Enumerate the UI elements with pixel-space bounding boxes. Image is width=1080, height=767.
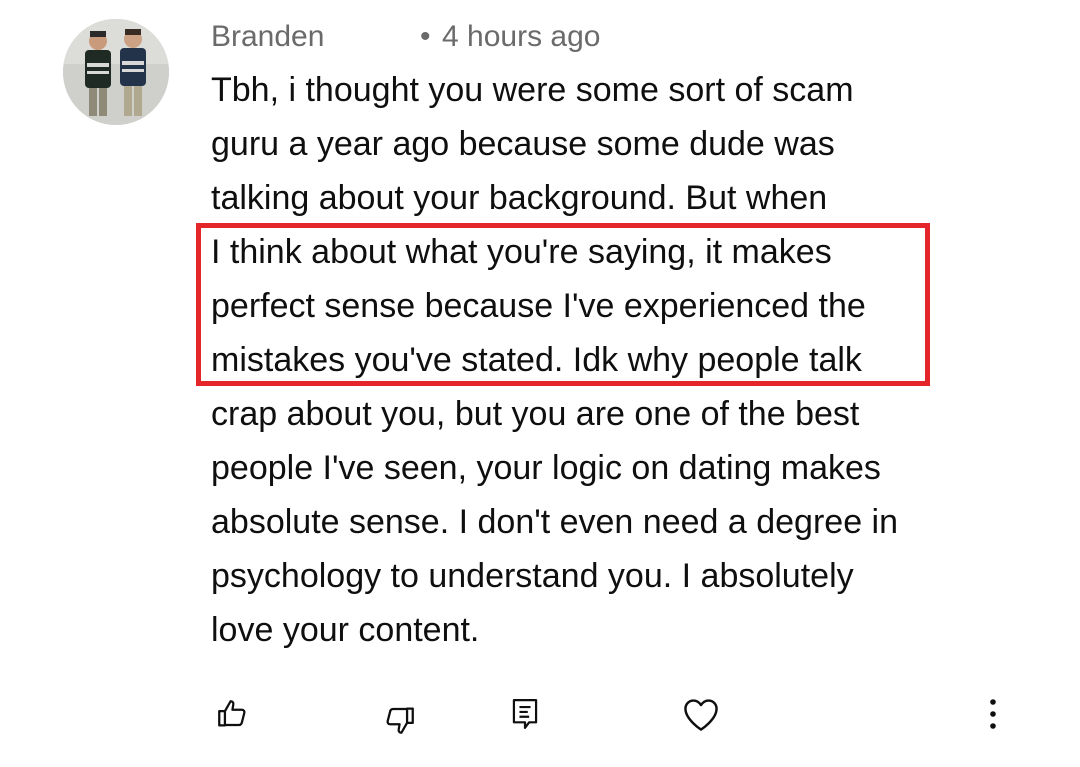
- comment-line: guru a year ago because some dude was: [211, 125, 835, 163]
- like-button[interactable]: [210, 690, 254, 738]
- more-options-button[interactable]: [971, 690, 1015, 738]
- author-name[interactable]: Branden: [211, 20, 324, 54]
- comment-line: psychology to understand you. I absolute…: [211, 557, 854, 595]
- comment-line: people I've seen, your logic on dating m…: [211, 449, 881, 487]
- comment-line: crap about you, but you are one of the b…: [211, 395, 860, 433]
- reply-button[interactable]: [503, 690, 547, 738]
- avatar[interactable]: [63, 19, 169, 125]
- dislike-button[interactable]: [378, 696, 422, 744]
- comment-line: talking about your background. But when: [211, 179, 828, 217]
- heart-icon: [684, 699, 718, 731]
- comment-actions: [0, 690, 1080, 746]
- heart-button[interactable]: [679, 690, 723, 738]
- thumbs-up-icon: [218, 700, 246, 727]
- meta-separator: •: [420, 20, 431, 53]
- vertical-dots-icon: [990, 699, 996, 729]
- thumbs-down-icon: [386, 707, 414, 734]
- comment-timestamp[interactable]: 4 hours ago: [442, 20, 600, 54]
- highlight-box: [196, 223, 930, 386]
- reply-comment-icon: [512, 699, 538, 729]
- comment-line: Tbh, i thought you were some sort of sca…: [211, 71, 854, 109]
- avatar-photo: [63, 19, 169, 125]
- comment-line: love your content.: [211, 611, 480, 649]
- comment-line: absolute sense. I don't even need a degr…: [211, 503, 899, 541]
